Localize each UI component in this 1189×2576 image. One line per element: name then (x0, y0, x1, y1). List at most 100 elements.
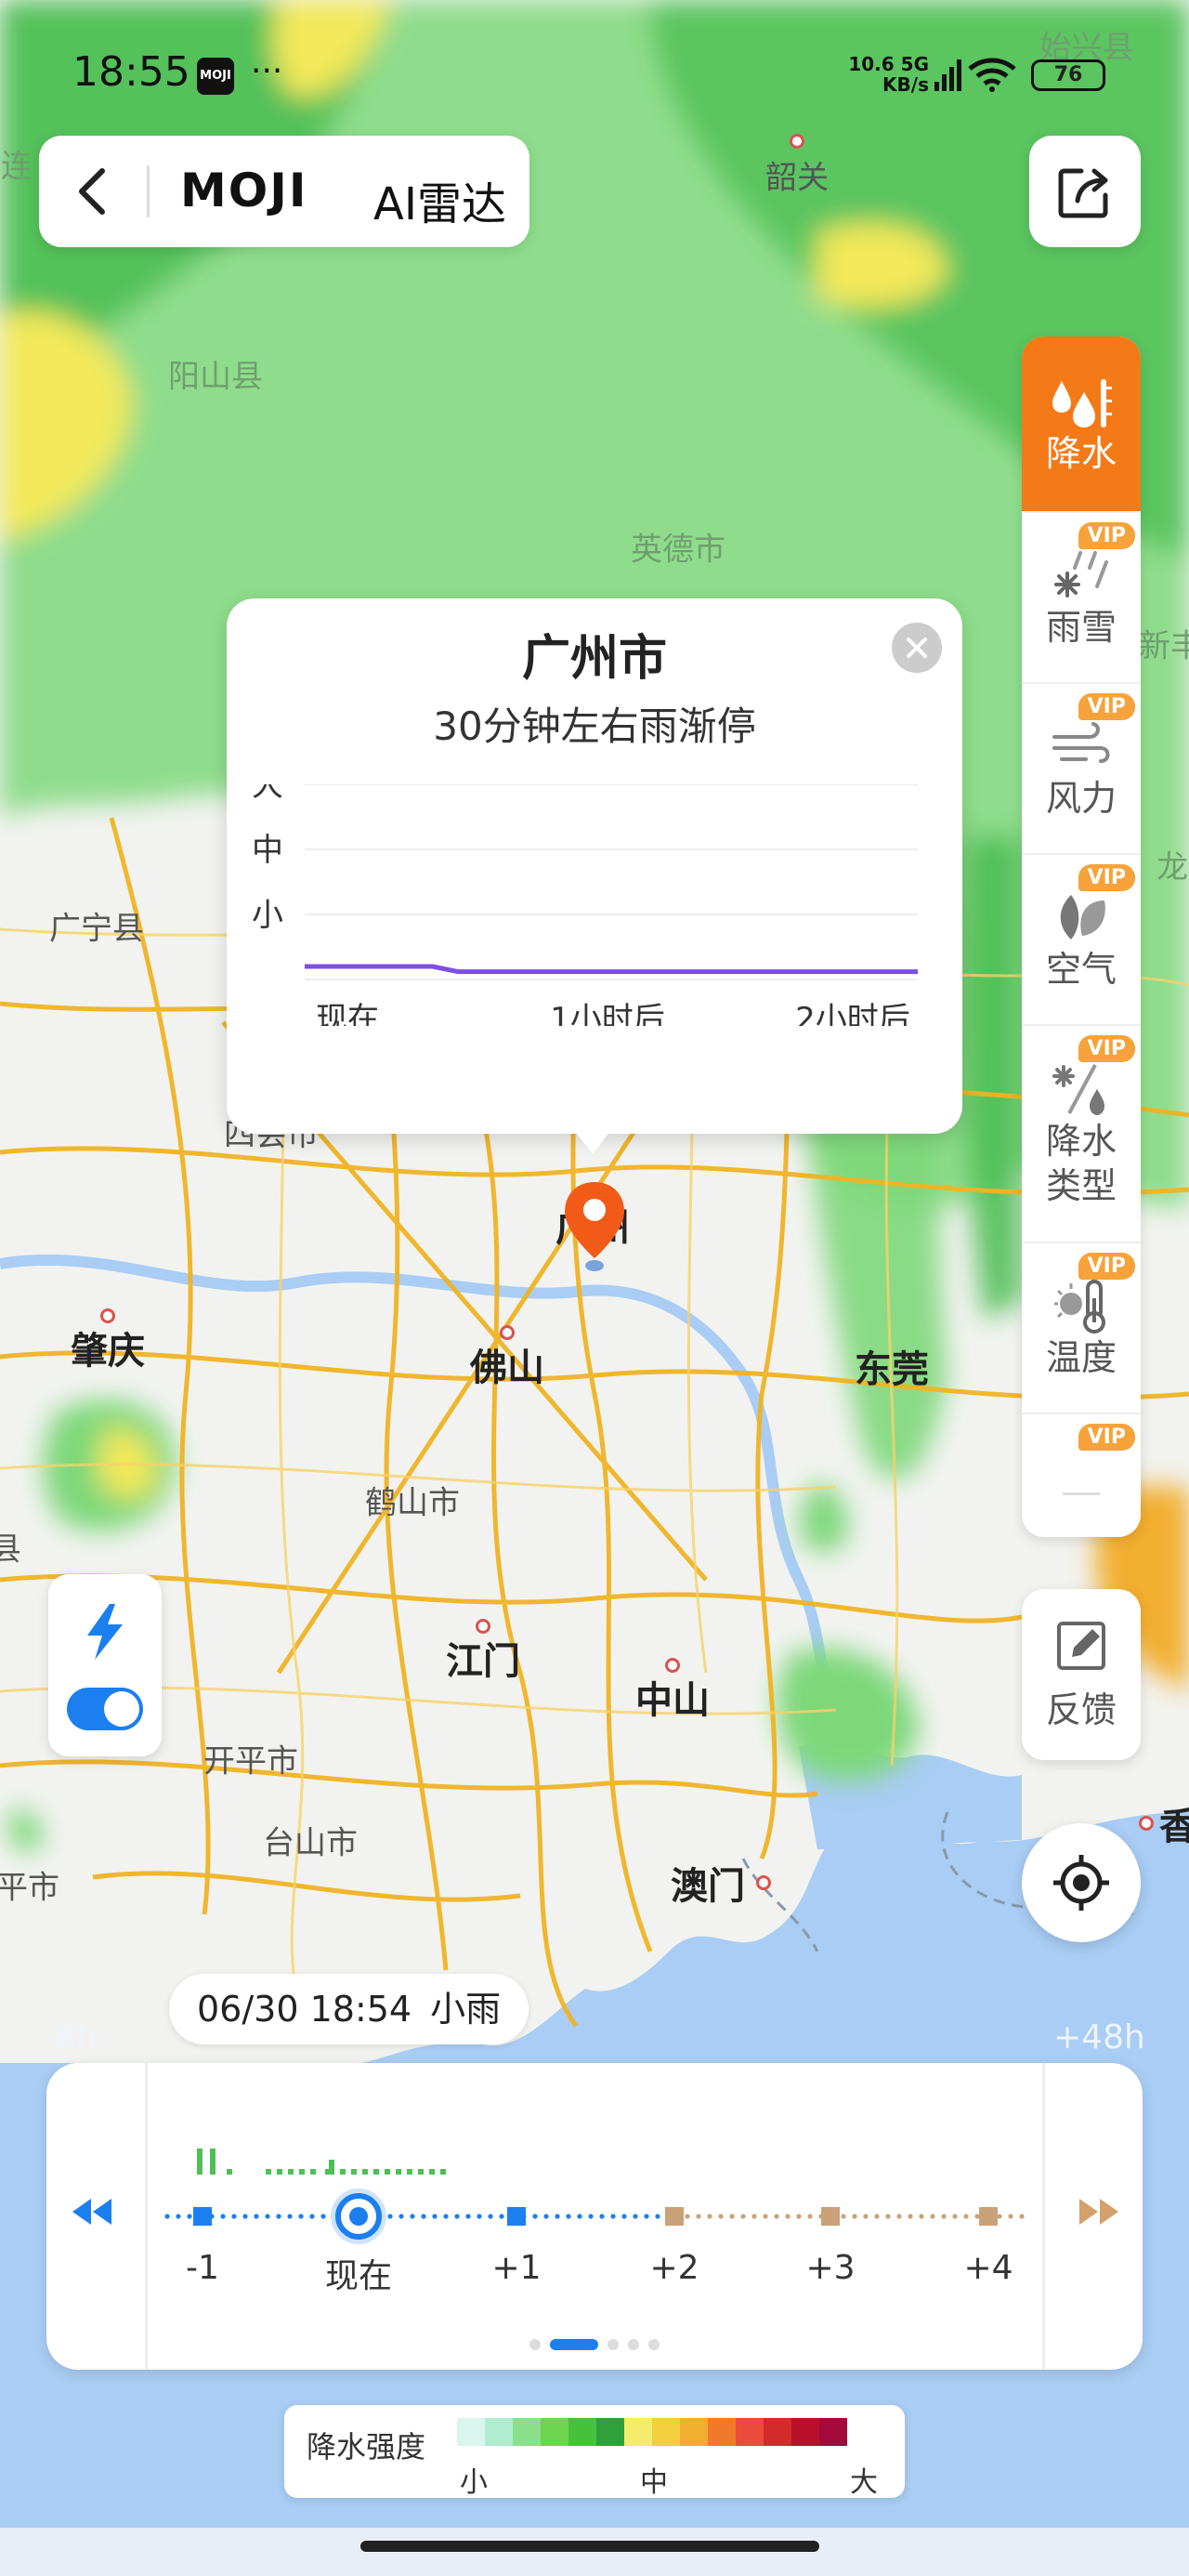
layer-temperature[interactable]: VIP 温度 (1022, 1243, 1141, 1414)
timeline-dot (644, 2214, 649, 2219)
layer-label: 风力 (1045, 778, 1117, 819)
legend-title: 降水强度 (307, 2429, 426, 2464)
legend-swatch (764, 2418, 791, 2446)
feedback-button[interactable]: 反馈 (1022, 1589, 1141, 1760)
layer-precip-type[interactable]: VIP 降水 类型 (1022, 1026, 1141, 1243)
page-dot-active[interactable] (550, 2339, 598, 2350)
rain-drops-icon (1052, 379, 1112, 427)
vip-badge: VIP (1078, 1035, 1135, 1062)
signal-icon (934, 59, 961, 91)
popup-city-title: 广州市 (521, 631, 667, 687)
timeline-dot (499, 2214, 504, 2219)
city-label: 佛山 (470, 1347, 544, 1389)
precip-bar (440, 2169, 446, 2175)
current-condition: 小雨 (430, 1989, 502, 2030)
city-label: 中山 (635, 1679, 710, 1722)
lightning-switch[interactable] (67, 1688, 143, 1730)
timeline-dot (896, 2214, 902, 2219)
timeline-dot (176, 2214, 181, 2219)
timeline-dot (432, 2214, 438, 2219)
precip-bar (351, 2169, 357, 2175)
timeline-tick-label: 现在 (324, 2257, 393, 2295)
page-dot[interactable] (648, 2339, 660, 2350)
popup-summary: 30分钟左右雨渐停 (433, 703, 756, 749)
layer-wind[interactable]: VIP 风力 (1022, 684, 1141, 855)
legend-swatch (457, 2418, 485, 2446)
timeline-dot (841, 2214, 846, 2219)
precip-bar (429, 2169, 435, 2175)
timeline-end-label: +48h (1053, 2018, 1145, 2057)
leaf-icon (1060, 895, 1105, 940)
vip-badge: VIP (1078, 864, 1135, 891)
feedback-label: 反馈 (1045, 1689, 1117, 1730)
timeline-dot (287, 2214, 293, 2219)
city-marker (1139, 1816, 1154, 1831)
timeline-track[interactable] (46, 2063, 1143, 2370)
layer-label: 温度 (1045, 1337, 1117, 1378)
timeline-dot (785, 2214, 790, 2219)
timeline-handle-core (349, 2207, 368, 2226)
timeline-start-label: -8h (43, 2018, 98, 2057)
precip-bar (197, 2149, 203, 2175)
chart-x-label: 1小时后 (550, 1001, 665, 1026)
city-marker (665, 1658, 680, 1673)
timeline-dot (952, 2214, 958, 2219)
legend-label-mid: 中 (640, 2466, 668, 2499)
city-label: 江门 (446, 1640, 520, 1683)
precip-bar (277, 2169, 282, 2175)
layer-rain-snow[interactable]: VIP 雨雪 (1022, 513, 1141, 684)
layer-label: 降水 类型 (1045, 1121, 1117, 1206)
city-label: 广宁县 (49, 910, 144, 948)
current-time-pill: 06/30 18:54 小雨 (169, 1974, 529, 2044)
timeline-dot (852, 2214, 857, 2219)
city-label: 连 (1, 148, 33, 186)
home-indicator[interactable] (360, 2541, 819, 2552)
precip-bar (385, 2169, 390, 2175)
timeline-dot (265, 2214, 270, 2219)
city-marker (100, 1308, 115, 1323)
timeline-tick-label: -1 (186, 2249, 219, 2287)
locate-button[interactable] (1022, 1823, 1141, 1942)
location-pin-icon[interactable] (561, 1178, 628, 1279)
layer-air[interactable]: VIP 空气 (1022, 855, 1141, 1026)
timeline-dot (1008, 2214, 1013, 2219)
chart-x-label: 现在 (316, 1001, 379, 1026)
city-label: 鹤山市 (365, 1484, 460, 1522)
city-label: 新丰 (1139, 627, 1189, 665)
close-button[interactable] (892, 623, 942, 673)
timeline-dot (908, 2214, 913, 2219)
crosshair-icon (1053, 1855, 1109, 1911)
page-dot[interactable] (628, 2339, 639, 2350)
vip-badge: VIP (1078, 1253, 1135, 1280)
share-button[interactable] (1029, 136, 1141, 247)
city-marker (790, 134, 804, 149)
timeline-dot (874, 2214, 880, 2219)
page-dot[interactable] (529, 2339, 541, 2350)
timeline-dot (974, 2214, 980, 2219)
close-icon (907, 637, 927, 658)
bottom-strip (0, 2528, 1189, 2576)
app-header: MOJI AI雷达 (39, 136, 529, 247)
legend-swatch (513, 2418, 541, 2446)
rain-snow-icon (1054, 551, 1108, 598)
precip-bar (418, 2169, 424, 2175)
status-bar: 18:55 MOJI ··· 10.6 5G KB/s 76 (0, 0, 1189, 130)
layer-precipitation[interactable]: 降水 (1022, 336, 1141, 513)
city-marker (476, 1619, 490, 1634)
precip-bar (396, 2169, 401, 2175)
timeline-dot (941, 2214, 947, 2219)
timeline-dot (696, 2214, 701, 2219)
city-label: 平市 (0, 1869, 59, 1907)
back-button[interactable] (65, 164, 121, 219)
precip-bar (210, 2149, 216, 2175)
layer-more[interactable]: VIP (1022, 1414, 1141, 1537)
network-type: 5G (900, 53, 929, 75)
timeline-dot (443, 2214, 449, 2219)
timeline-dot (718, 2214, 724, 2219)
legend-swatch (485, 2418, 513, 2446)
precip-bar (329, 2160, 334, 2175)
legend-label-high: 大 (850, 2466, 878, 2499)
precip-bar (310, 2169, 316, 2175)
timeline-dot (919, 2214, 924, 2219)
page-dot[interactable] (608, 2339, 619, 2350)
